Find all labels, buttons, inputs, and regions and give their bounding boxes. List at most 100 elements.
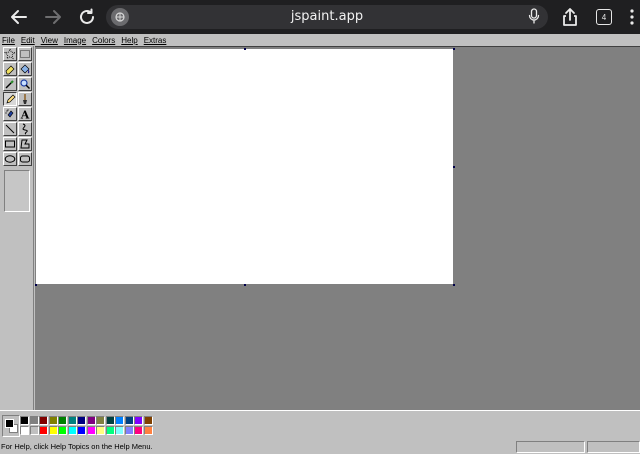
status-size-panel: [587, 441, 640, 453]
address-bar[interactable]: jspaint.app: [106, 5, 548, 29]
tabs-button[interactable]: 4: [596, 9, 612, 25]
palette-swatch[interactable]: [96, 416, 105, 425]
browser-toolbar: jspaint.app 4: [0, 0, 640, 34]
drawing-canvas[interactable]: [36, 49, 453, 284]
palette-swatch[interactable]: [39, 426, 48, 435]
palette-swatch[interactable]: [20, 426, 29, 435]
palette-swatch[interactable]: [29, 426, 39, 435]
menu-colors[interactable]: Colors: [92, 36, 115, 45]
reload-icon: [80, 8, 94, 24]
palette-swatch[interactable]: [105, 416, 115, 425]
menu-image[interactable]: Image: [64, 36, 86, 45]
tool-fill-with-color[interactable]: [18, 62, 32, 76]
microphone-icon[interactable]: [528, 8, 540, 29]
tab-count: 4: [601, 12, 607, 22]
rect-select-icon: [20, 50, 30, 58]
palette-swatch[interactable]: [77, 416, 86, 425]
tool-curve[interactable]: [18, 122, 32, 136]
palette-swatch[interactable]: [86, 416, 96, 425]
pencil-icon: [6, 94, 16, 104]
text-icon: A: [20, 109, 30, 121]
tool-pencil[interactable]: [3, 92, 17, 106]
canvas-area: [35, 46, 640, 410]
palette-swatch[interactable]: [124, 426, 134, 435]
tool-free-form-select[interactable]: [3, 47, 17, 61]
tool-grid: A: [3, 47, 32, 166]
resize-handle-top: [244, 48, 246, 50]
menu-bar: File Edit View Image Colors Help Extras: [0, 34, 640, 46]
palette-swatch[interactable]: [124, 416, 134, 425]
arrow-right-icon: [45, 10, 61, 24]
palette-swatch[interactable]: [58, 416, 67, 425]
palette-swatch[interactable]: [143, 416, 153, 425]
palette-swatch[interactable]: [20, 416, 29, 425]
palette-swatch[interactable]: [134, 426, 143, 435]
tool-select[interactable]: [18, 47, 32, 61]
eyedropper-icon: [5, 80, 14, 89]
tool-ellipse[interactable]: [3, 152, 17, 166]
palette-swatch[interactable]: [96, 426, 105, 435]
palette-swatch[interactable]: [29, 416, 39, 425]
tool-text[interactable]: A: [18, 107, 32, 121]
palette-swatch[interactable]: [67, 426, 77, 435]
tool-rectangle[interactable]: [3, 137, 17, 151]
status-bar: For Help, click Help Topics on the Help …: [0, 440, 640, 454]
palette-swatch[interactable]: [115, 416, 124, 425]
forward-button[interactable]: [41, 5, 65, 29]
foreground-color-swatch: [5, 419, 14, 428]
line-icon: [5, 124, 15, 134]
tool-magnifier[interactable]: [18, 77, 32, 91]
palette-swatch[interactable]: [48, 426, 58, 435]
palette-swatch[interactable]: [39, 416, 48, 425]
share-icon: [563, 8, 577, 26]
menu-extras[interactable]: Extras: [144, 36, 167, 45]
palette-swatch[interactable]: [115, 426, 124, 435]
tool-eraser[interactable]: [3, 62, 17, 76]
magnifier-icon: [20, 79, 30, 89]
palette-swatch[interactable]: [67, 416, 77, 425]
menu-help[interactable]: Help: [121, 36, 137, 45]
palette-swatch[interactable]: [105, 426, 115, 435]
tool-brush[interactable]: [18, 92, 32, 106]
menu-view[interactable]: View: [41, 36, 58, 45]
color-box: [0, 410, 640, 440]
palette-swatch[interactable]: [86, 426, 96, 435]
star-select-icon: [4, 48, 16, 60]
resize-handle-bottom-right[interactable]: [453, 284, 455, 286]
url-text: jspaint.app: [290, 9, 364, 24]
current-colors[interactable]: [2, 415, 20, 437]
palette-swatch[interactable]: [48, 416, 58, 425]
tool-rounded-rectangle[interactable]: [18, 152, 32, 166]
more-menu-button[interactable]: [623, 5, 640, 29]
airbrush-icon: [5, 109, 14, 118]
resize-handle-bottom[interactable]: [244, 284, 246, 286]
tool-options-panel[interactable]: [4, 170, 30, 212]
color-palette: [20, 416, 153, 436]
menu-file[interactable]: File: [2, 36, 15, 45]
tool-airbrush[interactable]: [3, 107, 17, 121]
status-help-text: For Help, click Help Topics on the Help …: [1, 442, 153, 451]
resize-handle-top-right: [453, 48, 455, 50]
menu-edit[interactable]: Edit: [21, 36, 35, 45]
resize-handle-bottom-left: [35, 284, 37, 286]
palette-swatch[interactable]: [58, 426, 67, 435]
palette-swatch[interactable]: [134, 416, 143, 425]
reload-button[interactable]: [75, 5, 99, 29]
paint-bucket-icon: [20, 64, 30, 74]
ellipse-icon: [4, 155, 16, 163]
back-button[interactable]: [7, 5, 31, 29]
share-button[interactable]: [558, 5, 582, 29]
palette-swatch[interactable]: [77, 426, 86, 435]
rectangle-icon: [5, 140, 15, 148]
status-position-panel: [516, 441, 585, 453]
tool-pick-color[interactable]: [3, 77, 17, 91]
arrow-left-icon: [11, 10, 27, 24]
resize-handle-right[interactable]: [453, 166, 455, 168]
brush-icon: [23, 94, 27, 104]
eraser-icon: [5, 65, 15, 75]
palette-swatch[interactable]: [143, 426, 153, 435]
more-icon: [629, 9, 634, 25]
tool-line[interactable]: [3, 122, 17, 136]
tool-box: A: [0, 46, 34, 410]
tool-polygon[interactable]: [18, 137, 32, 151]
